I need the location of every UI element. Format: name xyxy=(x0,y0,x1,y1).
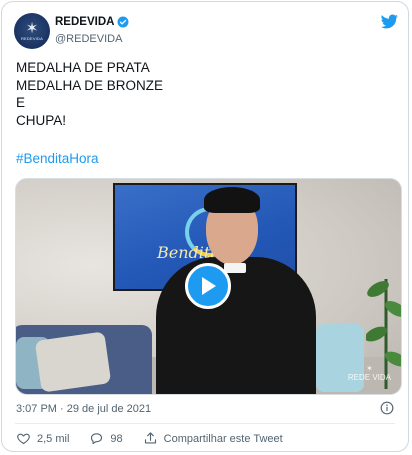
tweet-card: ✶ REDEVIDA REDEVIDA @REDEVIDA MEDALHA DE… xyxy=(1,1,409,452)
display-name-text: REDEVIDA xyxy=(55,16,115,28)
play-icon xyxy=(202,277,216,295)
tweet-line: MEDALHA DE BRONZE xyxy=(16,77,164,93)
like-button[interactable]: 2,5 mil xyxy=(16,431,69,446)
like-count: 2,5 mil xyxy=(37,432,70,445)
tweet-line: CHUPA! xyxy=(16,112,67,128)
avatar-logo-text: REDEVIDA xyxy=(20,35,44,41)
twitter-bird-icon[interactable] xyxy=(381,14,398,29)
presenter-collar xyxy=(224,263,246,273)
watermark-star-icon: ✶ xyxy=(366,364,373,373)
tweet-timestamp[interactable]: 3:07 PM · 29 de jul de 2021 xyxy=(16,403,151,415)
reply-icon xyxy=(91,433,103,445)
hashtag-link[interactable]: #BenditaHora xyxy=(16,151,99,166)
heart-icon xyxy=(17,433,30,445)
video-player[interactable]: Bendita ✶ REDE VIDA xyxy=(15,178,402,395)
info-icon[interactable] xyxy=(380,401,394,415)
reply-button[interactable]: 98 xyxy=(89,431,123,446)
share-button[interactable]: Compartilhar este Tweet xyxy=(143,431,283,446)
channel-watermark: ✶ REDE VIDA xyxy=(348,364,391,382)
divider xyxy=(15,423,395,424)
star-logo-icon: ✶ xyxy=(25,19,39,37)
share-label: Compartilhar este Tweet xyxy=(163,432,283,445)
presenter-body xyxy=(156,257,316,394)
reply-count: 98 xyxy=(110,432,123,445)
watermark-text: REDE VIDA xyxy=(347,373,391,382)
tweet-text: MEDALHA DE PRATA MEDALHA DE BRONZE E CHU… xyxy=(16,59,163,129)
verified-badge-icon xyxy=(117,16,129,28)
play-button[interactable] xyxy=(185,263,231,309)
action-bar: 2,5 mil 98 Compartilhar este Tweet xyxy=(16,431,303,446)
display-name[interactable]: REDEVIDA xyxy=(55,16,129,28)
avatar[interactable]: ✶ REDEVIDA xyxy=(14,13,50,49)
account-handle[interactable]: @REDEVIDA xyxy=(55,33,122,45)
pillow xyxy=(34,331,112,393)
tweet-line: MEDALHA DE PRATA xyxy=(16,60,150,75)
tweet-line: E xyxy=(16,95,26,110)
presenter-hair xyxy=(204,187,260,213)
share-icon xyxy=(144,432,156,444)
